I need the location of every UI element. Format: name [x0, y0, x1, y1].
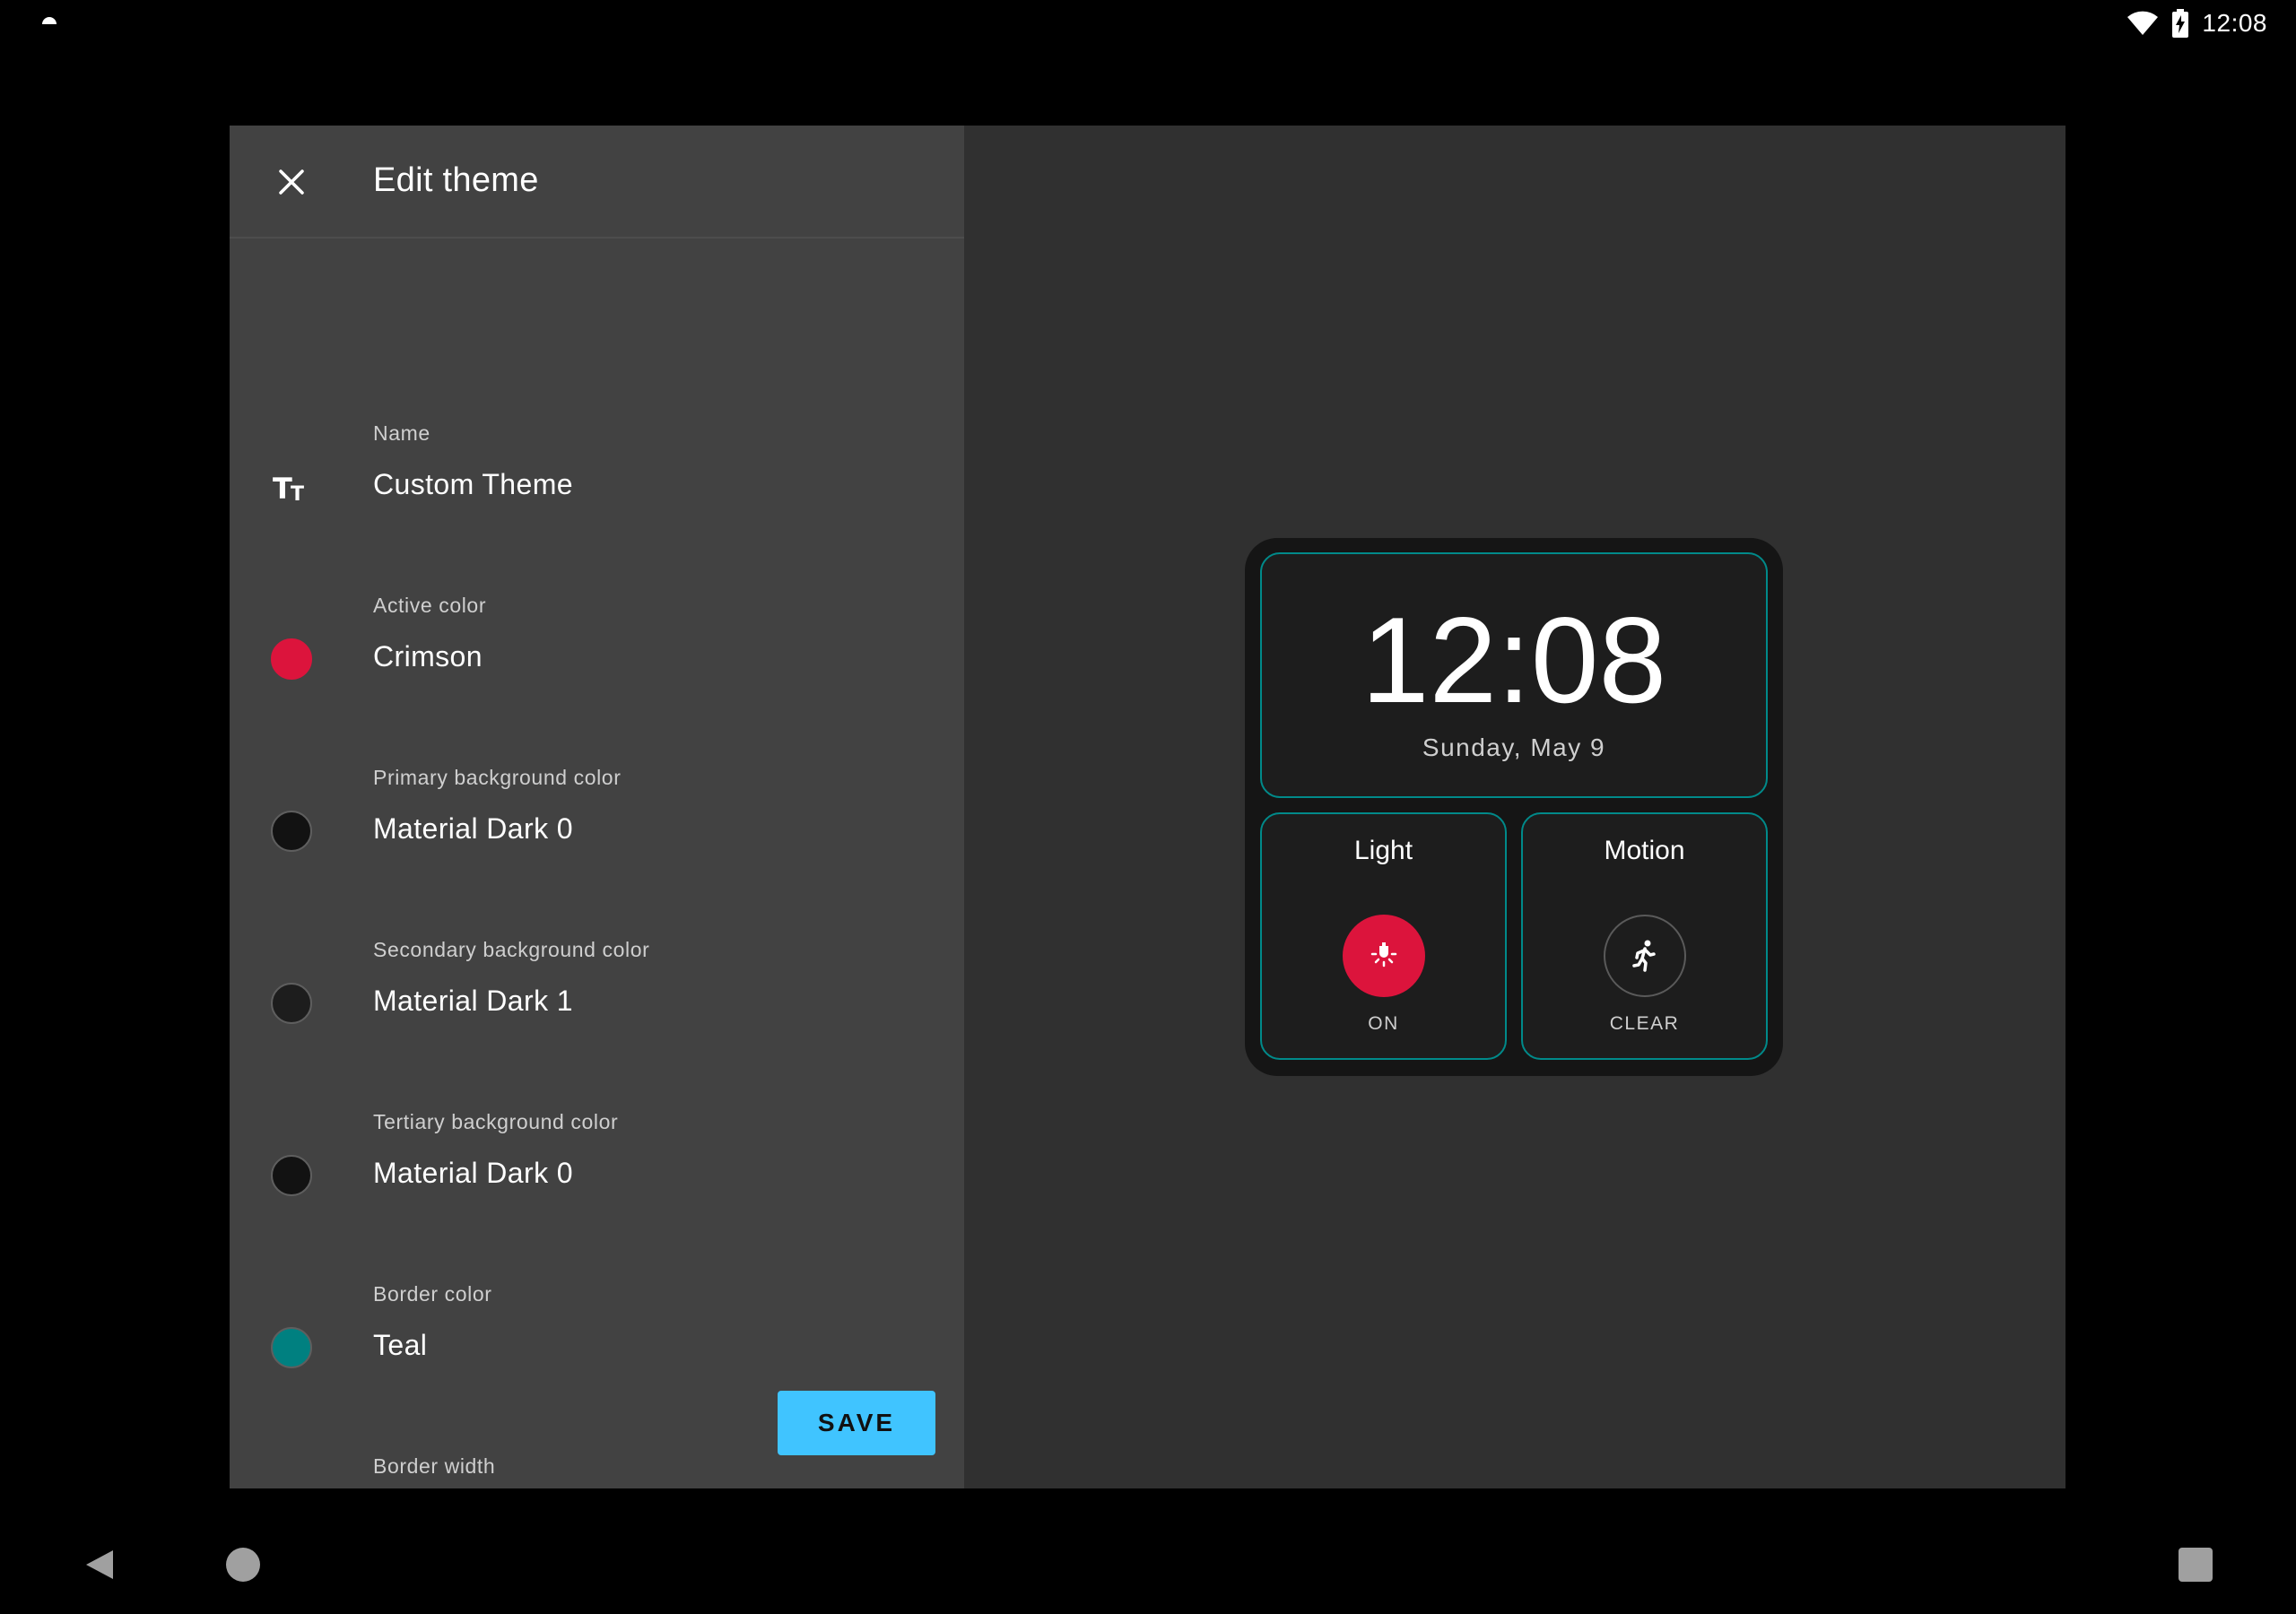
setting-label: Secondary background color: [373, 938, 650, 961]
battery-charging-icon: [2172, 9, 2189, 38]
status-time: 12:08: [2202, 9, 2267, 37]
tile-title: Light: [1353, 836, 1413, 865]
setting-name[interactable]: Name T T Custom Theme: [230, 421, 964, 592]
setting-value: Material Dark 0: [373, 812, 573, 845]
svg-text:T: T: [273, 472, 292, 506]
border-color-swatch: [271, 1327, 312, 1368]
back-icon[interactable]: [83, 1547, 118, 1583]
setting-label: Name: [373, 421, 430, 445]
motion-sensor-button[interactable]: [1604, 915, 1686, 997]
setting-label: Tertiary background color: [373, 1110, 619, 1133]
svg-text:T: T: [291, 483, 304, 506]
dialog-header: Edit theme: [230, 126, 964, 239]
dialog-title: Edit theme: [373, 161, 539, 199]
theme-settings-panel: Edit theme Name T T Custom Theme Active …: [230, 126, 964, 1488]
status-right: 12:08: [2126, 4, 2267, 43]
setting-secondary-background-color[interactable]: Secondary background color Material Dark…: [230, 938, 964, 1108]
lightbulb-icon: [1370, 942, 1397, 968]
motion-tile: Motion CLEAR: [1521, 812, 1768, 1060]
setting-value: Custom Theme: [373, 468, 573, 500]
tile-title: Motion: [1604, 836, 1685, 865]
setting-value: Material Dark 0: [373, 1157, 573, 1189]
active-color-swatch: [271, 638, 312, 680]
setting-label: Border color: [373, 1282, 492, 1306]
wifi-icon: [2127, 11, 2159, 35]
clock-card: 12:08 Sunday, May 9: [1260, 552, 1768, 798]
setting-value: Material Dark 1: [373, 985, 573, 1017]
primary-background-swatch: [271, 811, 312, 852]
setting-tertiary-background-color[interactable]: Tertiary background color Material Dark …: [230, 1110, 964, 1280]
setting-value: Crimson: [373, 640, 483, 672]
tertiary-background-swatch: [271, 1155, 312, 1196]
setting-active-color[interactable]: Active color Crimson: [230, 594, 964, 764]
setting-label: Border width: [373, 1454, 496, 1478]
setting-primary-background-color[interactable]: Primary background color Material Dark 0: [230, 766, 964, 936]
light-tile: Light ON: [1260, 812, 1507, 1060]
setting-value: Teal: [373, 1329, 428, 1361]
recents-icon[interactable]: [2179, 1548, 2213, 1582]
clock-time: 12:08: [1361, 592, 1667, 728]
status-bar: 12:08: [0, 0, 2296, 47]
clock-date: Sunday, May 9: [1422, 733, 1606, 761]
theme-preview-widget: 12:08 Sunday, May 9 Light ON Motion CLEA…: [1245, 538, 1783, 1076]
secondary-background-swatch: [271, 983, 312, 1024]
tile-status: CLEAR: [1609, 1013, 1680, 1034]
edit-theme-dialog: Edit theme Name T T Custom Theme Active …: [230, 126, 2066, 1488]
text-size-icon: T T: [273, 472, 304, 506]
light-toggle-button[interactable]: [1343, 915, 1425, 997]
setting-border-width[interactable]: Border width: [230, 1454, 964, 1488]
home-icon[interactable]: [226, 1548, 260, 1582]
save-button[interactable]: SAVE: [778, 1391, 935, 1455]
close-icon: [279, 169, 304, 195]
setting-label: Active color: [373, 594, 487, 617]
run-icon: [1632, 940, 1656, 972]
notification-icon: [42, 17, 57, 24]
tile-status: ON: [1368, 1013, 1399, 1034]
setting-label: Primary background color: [373, 766, 622, 789]
close-button[interactable]: [269, 160, 314, 204]
